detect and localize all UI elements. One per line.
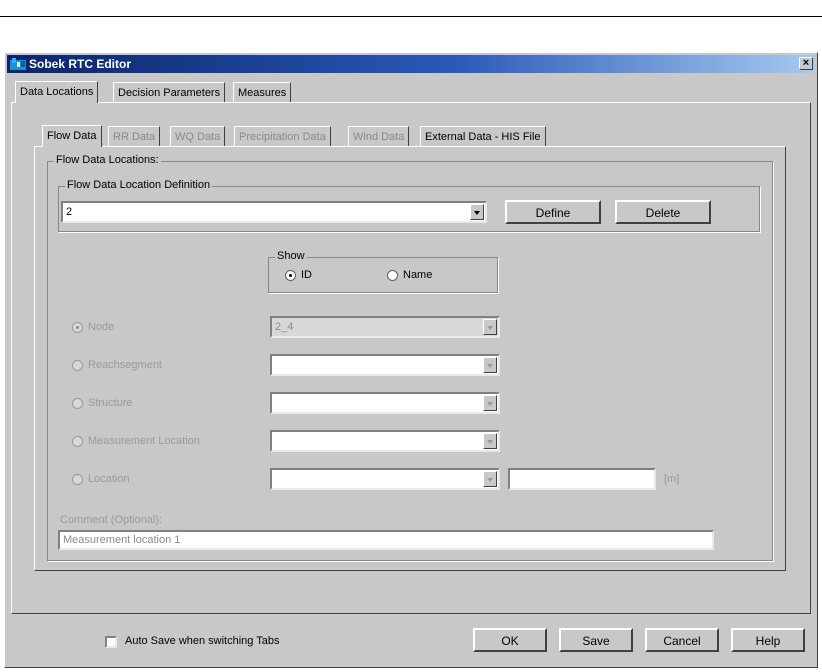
tab-label: Measures — [238, 87, 287, 99]
tab-flow-data[interactable]: Flow Data — [42, 125, 102, 147]
tab-decision-parameters[interactable]: Decision Parameters — [113, 82, 226, 102]
location-definition-select[interactable]: 2 — [61, 201, 487, 223]
chevron-down-icon[interactable] — [483, 471, 497, 487]
delete-button[interactable]: Delete — [615, 200, 711, 224]
chevron-down-icon[interactable] — [483, 433, 497, 449]
flow-data-locations-label: Flow Data Locations: — [54, 154, 161, 166]
tab-precipitation-data[interactable]: Precipitation Data — [234, 126, 331, 146]
show-group: Show ID Name — [268, 250, 498, 293]
window-title: Sobek RTC Editor — [29, 57, 132, 71]
tab-wq-data[interactable]: WQ Data — [170, 126, 226, 146]
show-group-label: Show — [275, 250, 307, 262]
tab-label: Wind Data — [353, 131, 405, 143]
measurement-location-radio[interactable] — [72, 436, 83, 447]
reachsegment-select[interactable] — [270, 354, 500, 376]
tab-rr-data[interactable]: RR Data — [108, 126, 161, 146]
node-select[interactable]: 2_4 — [270, 316, 500, 338]
ok-button[interactable]: OK — [473, 628, 547, 652]
comment-label: Comment (Optional): — [60, 514, 163, 526]
location-radio[interactable] — [72, 474, 83, 485]
data-locations-panel: Flow Data RR Data WQ Data Precipitation … — [11, 102, 811, 614]
show-id-radio[interactable] — [285, 270, 296, 281]
delete-label: Delete — [645, 206, 681, 220]
sobek-rtc-editor-window: Sobek RTC Editor × Data Locations Decisi… — [4, 52, 818, 668]
show-name-label: Name — [403, 269, 433, 281]
tab-wind-data[interactable]: Wind Data — [348, 126, 410, 146]
title-bar[interactable]: Sobek RTC Editor × — [7, 55, 815, 73]
help-button[interactable]: Help — [731, 628, 805, 652]
node-label: Node — [88, 321, 115, 333]
node-value: 2_4 — [275, 321, 294, 333]
save-label: Save — [582, 634, 610, 648]
chevron-down-icon[interactable] — [483, 357, 497, 373]
tab-data-locations[interactable]: Data Locations — [15, 81, 99, 103]
location-label: Location — [88, 473, 130, 485]
structure-label: Structure — [88, 397, 133, 409]
define-button[interactable]: Define — [505, 200, 601, 224]
flow-data-locations-group: Flow Data Locations: Flow Data Location … — [47, 154, 773, 561]
comment-input[interactable]: Measurement location 1 — [58, 530, 714, 550]
show-name-radio[interactable] — [387, 270, 398, 281]
close-button[interactable]: × — [799, 57, 813, 70]
location-definition-value: 2 — [66, 206, 73, 218]
tab-external-data-his-file[interactable]: External Data - HIS File — [420, 126, 546, 146]
location-offset-unit: [m] — [664, 473, 680, 485]
chevron-down-icon[interactable] — [470, 204, 484, 220]
show-id-label: ID — [301, 269, 312, 281]
tab-label: Decision Parameters — [118, 87, 221, 99]
cancel-label: Cancel — [663, 634, 701, 648]
tab-label: External Data - HIS File — [425, 131, 541, 143]
reachsegment-label: Reachsegment — [88, 359, 162, 371]
tab-label: WQ Data — [175, 131, 221, 143]
structure-select[interactable] — [270, 392, 500, 414]
help-label: Help — [755, 634, 781, 648]
save-button[interactable]: Save — [559, 628, 633, 652]
node-radio[interactable] — [72, 322, 83, 333]
ok-label: OK — [501, 634, 519, 648]
structure-radio[interactable] — [72, 398, 83, 409]
tab-label: Precipitation Data — [239, 131, 326, 143]
auto-save-checkbox[interactable] — [105, 636, 117, 648]
auto-save-label: Auto Save when switching Tabs — [125, 635, 280, 647]
tab-label: RR Data — [113, 131, 156, 143]
define-label: Define — [535, 206, 571, 220]
flow-data-location-definition-group: Flow Data Location Definition 2 Define D… — [58, 179, 760, 232]
chevron-down-icon[interactable] — [483, 319, 497, 335]
app-icon — [10, 58, 26, 70]
tab-label: Data Locations — [20, 86, 94, 98]
tab-measures[interactable]: Measures — [233, 82, 292, 102]
tab-label: Flow Data — [47, 130, 97, 142]
page-top-rule — [0, 16, 822, 17]
cancel-button[interactable]: Cancel — [645, 628, 719, 652]
reachsegment-radio[interactable] — [72, 360, 83, 371]
close-icon: × — [802, 57, 810, 69]
location-offset-input[interactable] — [508, 468, 656, 490]
measurement-location-select[interactable] — [270, 430, 500, 452]
measurement-location-label: Measurement Location — [88, 435, 200, 447]
definition-group-label: Flow Data Location Definition — [65, 179, 213, 191]
flow-data-panel: Flow Data Locations: Flow Data Location … — [34, 146, 786, 571]
chevron-down-icon[interactable] — [483, 395, 497, 411]
location-select[interactable] — [270, 468, 500, 490]
comment-value: Measurement location 1 — [63, 534, 181, 546]
